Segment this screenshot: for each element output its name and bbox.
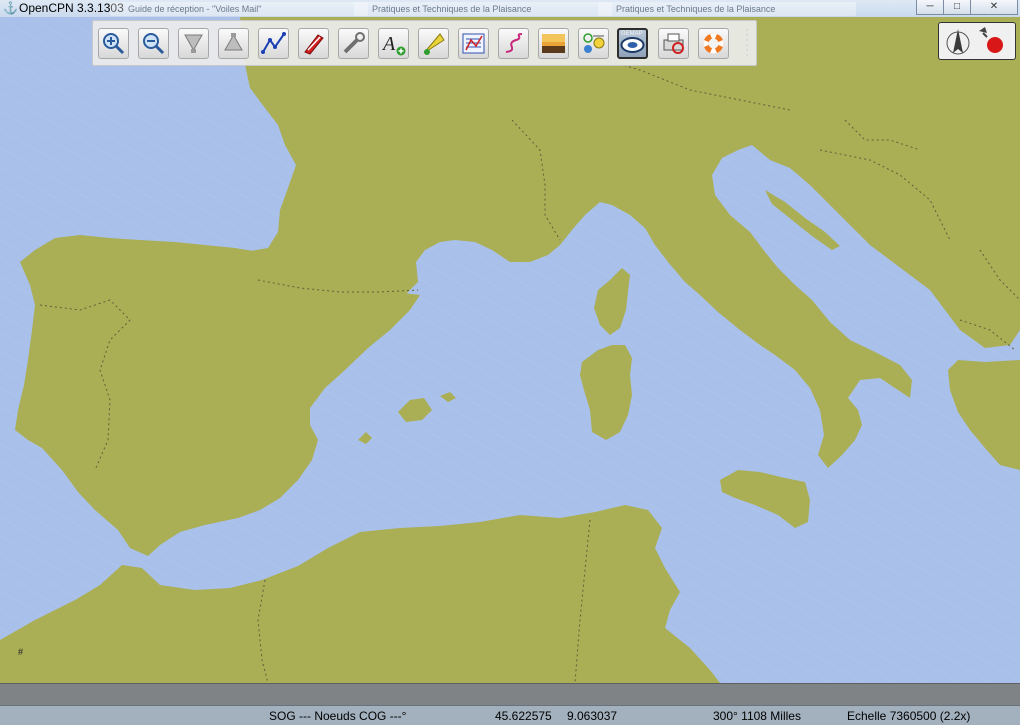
zoom-in-icon — [103, 33, 125, 55]
scale-down-icon — [184, 34, 203, 53]
tide-current-icon — [423, 33, 445, 55]
mediterranean-chart[interactable] — [0, 17, 1020, 683]
print-button[interactable] — [658, 28, 689, 59]
lifebuoy-icon — [703, 33, 724, 54]
chart-group-button[interactable]: GEMAP — [617, 28, 648, 59]
follow-boat-button[interactable] — [298, 28, 329, 59]
north-up-compass-icon — [946, 29, 970, 55]
status-bar: SOG --- Noeuds COG ---° 45.622575 9.0630… — [0, 705, 1020, 725]
settings-wrench-icon — [343, 32, 365, 54]
scale-up-button[interactable] — [218, 28, 249, 59]
chart-group-label: GEMAP — [621, 31, 643, 37]
toolbar-grip[interactable]: ∙ ∙ ∙ ∙ ∙ ∙ — [746, 26, 752, 59]
title-bar[interactable]: ⚓ OpenCPN 3.3.1303 Guide de réception - … — [0, 0, 1020, 18]
route-manager-icon — [462, 33, 485, 54]
compass-status — [946, 27, 1003, 55]
close-button[interactable]: ✕ — [970, 0, 1018, 15]
svg-text:A: A — [381, 33, 396, 55]
bearing-distance-readout: 300° 1108 Milles — [713, 709, 801, 723]
maximize-button[interactable]: □ — [943, 0, 971, 15]
ais-options-icon — [583, 33, 605, 53]
main-toolbar[interactable]: A GEMAP ∙ ∙ ∙ ∙ ∙ ∙ — [92, 20, 757, 66]
background-tab[interactable]: Guide de réception - "Voiles Mail" — [110, 2, 368, 16]
compass-window[interactable] — [938, 22, 1016, 60]
route-icon — [261, 32, 286, 54]
chart-canvas[interactable] — [0, 17, 1020, 683]
opencpn-app-icon: ⚓ — [3, 1, 18, 15]
background-tab[interactable]: Pratiques et Techniques de la Plaisance — [598, 2, 856, 16]
color-scheme-icon — [542, 34, 565, 53]
settings-button[interactable] — [338, 28, 369, 59]
follow-boat-icon — [304, 34, 324, 55]
latitude-readout: 45.622575 — [495, 709, 552, 723]
gps-status-icon — [979, 27, 1003, 53]
scale-up-icon — [224, 33, 243, 51]
route-manager-button[interactable] — [458, 28, 489, 59]
tides-button[interactable] — [418, 28, 449, 59]
scale-readout: Echelle 7360500 (2.2x) — [847, 709, 971, 723]
track-button[interactable] — [498, 28, 529, 59]
create-route-button[interactable] — [258, 28, 289, 59]
text-plus-icon: A — [381, 33, 406, 56]
scale-down-button[interactable] — [178, 28, 209, 59]
status-upper-bar — [0, 683, 1020, 706]
background-tab[interactable]: Pratiques et Techniques de la Plaisance — [354, 2, 612, 16]
window-title: OpenCPN 3.3.1303 — [19, 1, 124, 15]
text-button[interactable]: A — [378, 28, 409, 59]
minimize-button[interactable]: ─ — [916, 0, 944, 15]
longitude-readout: 9.063037 — [567, 709, 618, 723]
ais-button[interactable] — [578, 28, 609, 59]
sog-cog-readout: SOG --- Noeuds COG ---° — [269, 709, 407, 723]
zoom-out-icon — [143, 33, 165, 55]
color-scheme-button[interactable] — [538, 28, 569, 59]
track-icon — [505, 33, 523, 53]
zoom-in-button[interactable] — [98, 28, 129, 59]
print-icon — [663, 33, 684, 54]
chart-marker: # — [18, 647, 24, 657]
zoom-out-button[interactable] — [138, 28, 169, 59]
about-help-button[interactable] — [698, 28, 729, 59]
